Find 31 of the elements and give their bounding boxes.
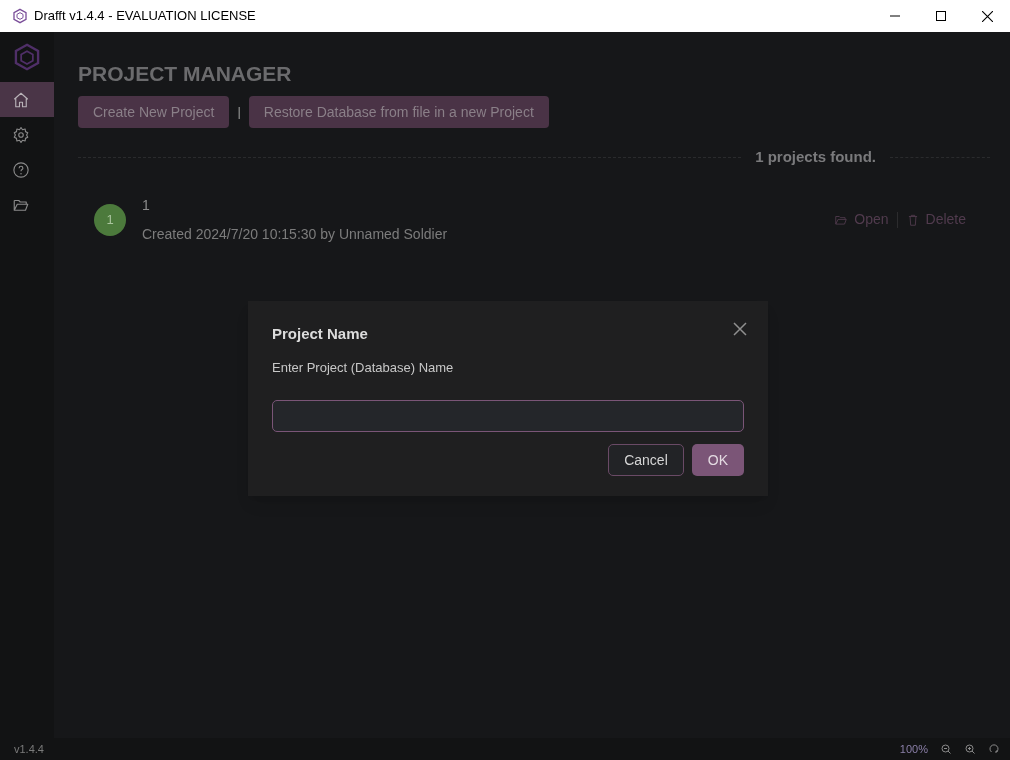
sidebar-item[interactable] (0, 82, 54, 117)
reset-zoom-icon[interactable] (988, 743, 1000, 755)
help-icon (12, 160, 30, 179)
dialog-title: Project Name (272, 324, 368, 344)
version-text: v1.4.4 (14, 741, 44, 757)
app-logo-icon (13, 42, 41, 72)
separator-text: | (237, 103, 241, 122)
settings-icon (12, 125, 30, 144)
app-logo-icon (12, 8, 28, 24)
action-button[interactable]: Restore Database from file in a new Project (248, 96, 549, 128)
name-input-field[interactable] (272, 400, 744, 432)
window-title: Drafft v1.4.4 - EVALUATION LICENSE (34, 7, 256, 26)
zoom-in-icon[interactable] (964, 743, 976, 755)
close-button[interactable] (732, 321, 748, 337)
delete-link[interactable]: Delete (905, 209, 966, 230)
project-meta: Created 2024/7/20 10:15:30 by Unnamed Soldier (142, 224, 448, 244)
action-button[interactable]: Create New Project (78, 96, 230, 128)
close-icon (981, 10, 993, 22)
dialog-label: Enter Project (Database) Name (272, 358, 455, 377)
zoom-out-icon[interactable] (940, 743, 952, 755)
project-name: 1 (142, 195, 151, 215)
open-link[interactable]: Open (834, 209, 889, 230)
close-icon (732, 321, 748, 337)
project-avatar: 1 (94, 203, 126, 236)
project-count: 1 projects found. (754, 147, 877, 167)
home-icon (12, 90, 30, 109)
page-title: PROJECT MANAGER (78, 62, 293, 86)
ok-button[interactable]: OK (691, 444, 744, 476)
zoom-level: 100% (899, 741, 928, 757)
cancel-button[interactable]: Cancel (608, 444, 684, 476)
maximize-icon (936, 11, 946, 21)
